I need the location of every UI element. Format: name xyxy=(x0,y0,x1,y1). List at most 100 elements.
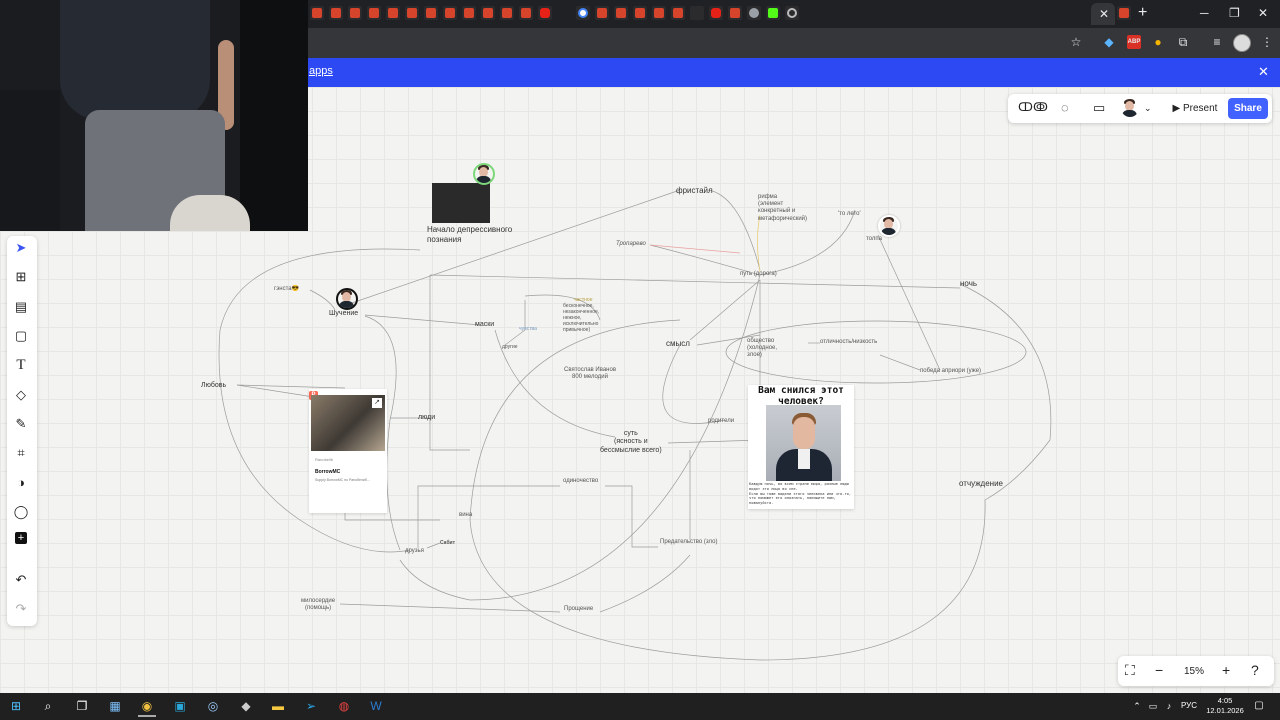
photo-shirt xyxy=(798,449,810,469)
zoom-out-icon[interactable]: − xyxy=(1155,662,1163,678)
volume-icon[interactable]: ♪ xyxy=(1160,697,1178,715)
telegram-icon[interactable]: ➢ xyxy=(302,697,320,715)
node-to-leto[interactable]: 'то лето' xyxy=(838,211,861,218)
connector-line xyxy=(879,354,921,371)
node-depressive[interactable]: Начало депрессивного познания xyxy=(427,225,512,244)
node-svyatoslav[interactable]: Святослав Иванов 800 мелодий xyxy=(564,367,616,381)
chevron-down-icon[interactable]: ⌄ xyxy=(1144,103,1152,114)
node-vina[interactable]: вина xyxy=(459,512,472,519)
avatar-shirt xyxy=(1122,110,1137,117)
start-icon[interactable]: ⊞ xyxy=(7,697,25,715)
zoom-in-icon[interactable]: + xyxy=(1222,662,1230,678)
node-miloserdie[interactable]: милосердие (помощь) xyxy=(301,598,335,612)
node-troparevo[interactable]: Тропарево xyxy=(616,241,646,248)
steam-icon[interactable]: ◎ xyxy=(204,697,222,715)
node-otchuzhdenie[interactable]: отчуждение xyxy=(959,479,1003,489)
user-avatar[interactable] xyxy=(473,163,495,185)
avatar-shirt xyxy=(339,301,354,308)
user-avatar[interactable] xyxy=(878,215,900,237)
link-card-title: BorrowMC xyxy=(315,469,341,475)
node-pobeda[interactable]: победа априори (уже) xyxy=(920,368,981,375)
task-view-icon[interactable]: ❐ xyxy=(73,697,91,715)
sticky-note-icon[interactable]: ▢ xyxy=(12,327,30,345)
chat-icon[interactable]: ◌ xyxy=(1061,100,1069,115)
shapes-icon[interactable]: ◇ xyxy=(12,386,30,404)
node-small-bot[interactable]: другие xyxy=(502,344,518,350)
link-card-desc: Supply BorrowMC по Ранобелиб... xyxy=(315,478,370,482)
user-avatar[interactable] xyxy=(336,288,358,310)
more-tools-icon[interactable]: + xyxy=(15,532,27,544)
connector-line xyxy=(309,289,336,311)
node-sut[interactable]: суть (ясность и бессмыслие всего) xyxy=(600,430,662,455)
node-maski[interactable]: маски xyxy=(475,321,494,329)
connector-line xyxy=(504,300,526,346)
file-explorer-icon[interactable]: ▬ xyxy=(269,697,287,715)
avatar-shirt xyxy=(881,228,896,235)
fit-to-screen-icon[interactable]: ⛶ xyxy=(1125,662,1135,679)
node-noch[interactable]: ночь xyxy=(960,279,977,289)
connector-line-red xyxy=(649,244,741,254)
clock[interactable]: 4:05 12.01.2026 xyxy=(1204,696,1246,716)
connector-line xyxy=(599,554,691,613)
video-call-icon[interactable]: ▭ xyxy=(1093,100,1105,116)
clock-date: 12.01.2026 xyxy=(1206,705,1244,715)
undo-icon[interactable]: ↶ xyxy=(12,571,30,589)
node-put[interactable]: путь (дорога) xyxy=(740,271,777,278)
redo-icon[interactable]: ↷ xyxy=(12,600,30,618)
share-button[interactable]: Share xyxy=(1228,98,1268,119)
chrome-icon[interactable]: ◉ xyxy=(138,697,156,717)
node-smysl[interactable]: смысл xyxy=(666,339,690,349)
connector-line xyxy=(417,485,560,548)
node-tolpa[interactable]: толпа xyxy=(866,236,882,243)
avatar-shirt xyxy=(476,176,491,183)
connector-line xyxy=(605,485,658,548)
node-roditeli[interactable]: родители xyxy=(708,418,734,425)
connector-line xyxy=(469,319,986,661)
code-screenshot-card[interactable] xyxy=(432,183,490,223)
node-small-top[interactable]: частное xyxy=(574,297,593,303)
node-sabit[interactable]: Сабит xyxy=(440,540,455,546)
node-gangsta[interactable]: гэнста😎 xyxy=(274,286,299,293)
node-obshchestvo[interactable]: общество (холодное, злое) xyxy=(747,338,777,360)
select-tool-icon[interactable]: ➤ xyxy=(12,239,30,257)
app-icon[interactable]: ▣ xyxy=(171,697,189,715)
node-otlichnost[interactable]: отличность/низкость xyxy=(820,339,877,346)
pen-icon[interactable]: ✎ xyxy=(12,415,30,433)
node-proshchenie[interactable]: Прощение xyxy=(564,606,593,613)
node-shuchenie[interactable]: Шучение xyxy=(329,310,358,318)
photo-face xyxy=(793,417,815,449)
node-odinochestvo[interactable]: одиночество xyxy=(563,478,598,485)
templates-icon[interactable]: ⊞ xyxy=(12,268,30,286)
search-icon[interactable]: ⌕ xyxy=(39,697,57,715)
reactions-icon[interactable]: ↀↂ xyxy=(1018,100,1048,114)
connector-line xyxy=(364,314,481,326)
node-predatelstvo[interactable]: Предательство (зло) xyxy=(660,539,717,546)
text-tool-icon[interactable]: T xyxy=(12,356,30,374)
connector-line xyxy=(429,274,961,289)
node-infinite[interactable]: бесконечное, незаконченное, нежное, искл… xyxy=(563,303,599,333)
frame-layout-icon[interactable]: ▤ xyxy=(12,298,30,316)
app-icon[interactable]: ◍ xyxy=(335,697,353,715)
calculator-icon[interactable]: ▦ xyxy=(106,697,124,715)
node-lyubov[interactable]: Любовь xyxy=(201,382,226,390)
notifications-icon[interactable]: ▢ xyxy=(1250,697,1268,715)
palette-icon[interactable]: ◑ xyxy=(12,474,30,492)
comment-icon[interactable]: ◯ xyxy=(12,503,30,521)
input-language[interactable]: РУС xyxy=(1181,701,1197,710)
word-icon[interactable]: W xyxy=(367,697,385,715)
node-rhyme[interactable]: рифма (элемент конкретный и метафорическ… xyxy=(758,194,807,223)
app-icon[interactable]: ◆ xyxy=(237,697,255,715)
collaborator-avatar[interactable] xyxy=(1121,99,1139,117)
clock-time: 4:05 xyxy=(1217,696,1233,705)
node-druzya[interactable]: друзья xyxy=(405,548,424,555)
zoom-level[interactable]: 15% xyxy=(1184,666,1204,677)
present-button[interactable]: ▶ Present xyxy=(1166,98,1224,119)
node-lyudi[interactable]: люди xyxy=(418,414,435,422)
node-small-mid[interactable]: чувства xyxy=(519,326,537,332)
open-link-icon[interactable]: ↗ xyxy=(372,398,382,408)
webcam-background xyxy=(0,90,60,231)
frame-icon[interactable]: ⌗ xyxy=(12,444,30,462)
connector-line xyxy=(689,279,761,341)
help-icon[interactable]: ? xyxy=(1251,662,1259,678)
node-freestyle[interactable]: фристайл xyxy=(676,186,713,196)
